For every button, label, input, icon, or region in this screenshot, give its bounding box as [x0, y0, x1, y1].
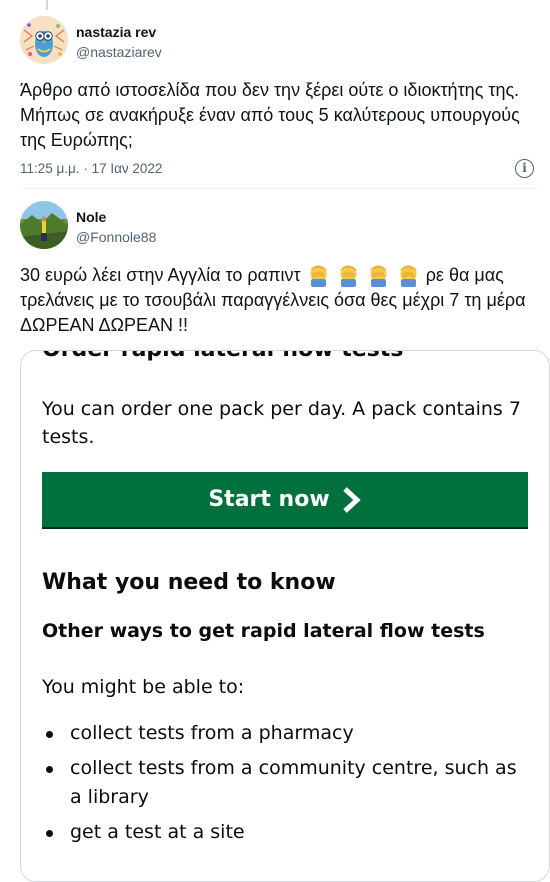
list-item-text: collect tests from a community centre, s…: [70, 757, 517, 808]
lead-text: You might be able to:: [42, 676, 245, 698]
tweet-divider: [20, 188, 538, 189]
list-item: collect tests from a pharmacy: [42, 719, 530, 748]
landscape-avatar-icon: [20, 201, 68, 249]
author-handle[interactable]: @Fonnole88: [76, 229, 156, 245]
author-name[interactable]: nastazia rev: [76, 24, 156, 40]
bullet-dot: [46, 766, 53, 773]
avatar-nastazia[interactable]: [20, 16, 68, 64]
tweet-text-part: 30 ευρώ λέει στην Αγγλία το ραπιντ: [20, 265, 301, 285]
options-list: collect tests from a pharmacy collect te…: [42, 719, 530, 853]
tweet-text: 30 ευρώ λέει στην Αγγλία το ραπιντ ρε θα…: [20, 263, 540, 338]
avatar-nole[interactable]: [20, 201, 68, 249]
list-item: collect tests from a community centre, s…: [42, 754, 530, 812]
facepalm-emoji: [339, 265, 357, 288]
embedded-heading-cut: Order rapid lateral flow tests: [42, 351, 403, 362]
bullet-dot: [46, 830, 53, 837]
start-now-label: Start now: [208, 487, 330, 512]
start-now-button[interactable]: Start now: [42, 472, 528, 527]
facepalm-emoji: [369, 265, 387, 288]
list-item: get a test at a site: [42, 818, 530, 847]
tweet-timestamp[interactable]: 11:25 μ.μ. · 17 Ιαν 2022: [20, 161, 162, 176]
owl-avatar-icon: [20, 16, 68, 64]
author-name[interactable]: Nole: [76, 209, 106, 225]
chevron-right-icon: [342, 486, 361, 513]
list-item-text: collect tests from a pharmacy: [70, 722, 354, 744]
facepalm-emoji-group: [306, 265, 426, 288]
bullet-dot: [46, 731, 53, 738]
thread-connector-line: [46, 0, 48, 10]
info-icon[interactable]: i: [515, 159, 534, 178]
tweet-text: Άρθρο από ιστοσελίδα που δεν την ξέρει ο…: [20, 80, 520, 150]
section-heading: What you need to know: [42, 570, 336, 595]
facepalm-emoji: [309, 265, 327, 288]
embedded-intro: You can order one pack per day. A pack c…: [42, 398, 521, 448]
list-item-text: get a test at a site: [70, 821, 245, 843]
author-handle[interactable]: @nastaziarev: [76, 44, 162, 60]
facepalm-emoji: [399, 265, 417, 288]
embedded-image[interactable]: Order rapid lateral flow tests You can o…: [20, 350, 550, 882]
subsection-heading: Other ways to get rapid lateral flow tes…: [42, 620, 485, 642]
